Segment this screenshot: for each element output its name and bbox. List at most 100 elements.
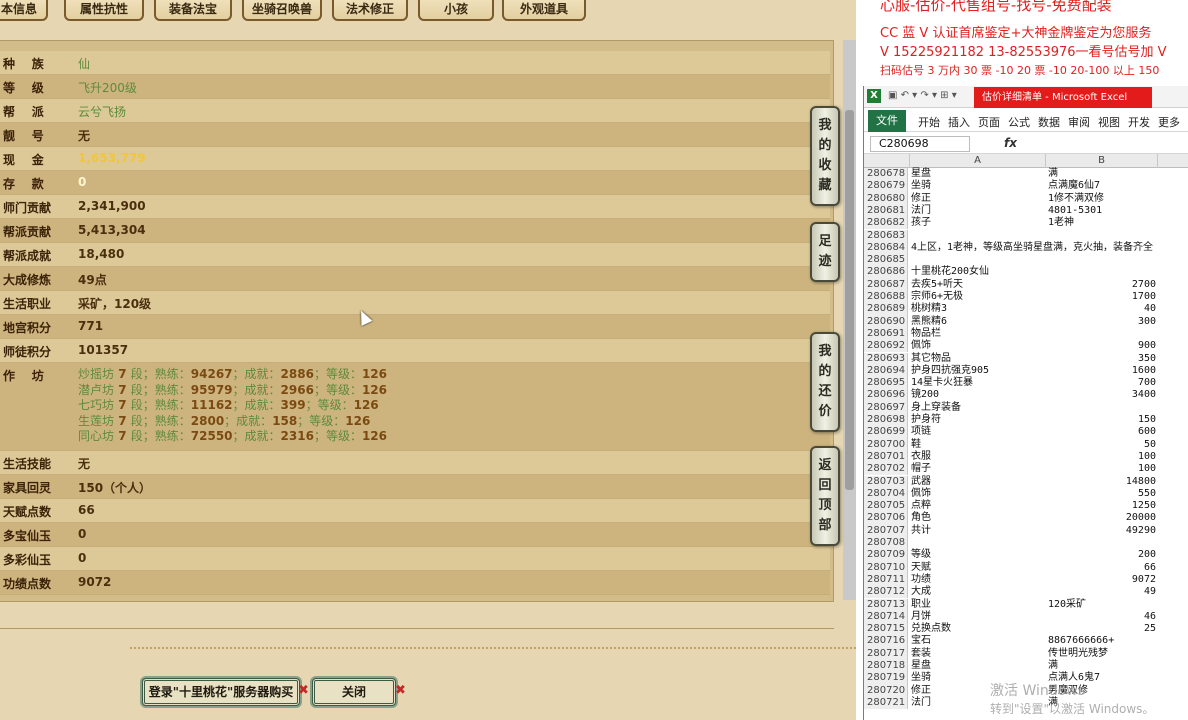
row-number[interactable]: 280719	[864, 672, 908, 685]
cell-a[interactable]: 桃树精3	[911, 303, 1046, 315]
cell-b[interactable]: 49	[1048, 586, 1156, 598]
excel-row[interactable]: 280686 十里桃花200女仙	[864, 266, 1188, 279]
cell-b[interactable]: 1修不满双修	[1048, 193, 1156, 205]
cell-a[interactable]: 佩饰	[911, 340, 1046, 352]
excel-row[interactable]: 280699 项链 600	[864, 426, 1188, 439]
excel-row[interactable]: 280702 帽子 100	[864, 463, 1188, 476]
cell-b[interactable]: 满	[1048, 168, 1156, 180]
quick-access-icons[interactable]: ▣ ↶ ▾ ↷ ▾ ⊞ ▾	[888, 90, 957, 101]
row-number[interactable]: 280686	[864, 266, 908, 279]
cell-b[interactable]: 200	[1048, 549, 1156, 561]
row-number[interactable]: 280687	[864, 278, 908, 291]
cell-a[interactable]: 职业	[911, 599, 1046, 611]
cell-b[interactable]: 满	[1048, 660, 1156, 672]
row-number[interactable]: 280697	[864, 401, 908, 414]
row-number[interactable]: 280694	[864, 364, 908, 378]
cell-b[interactable]: 49290	[1048, 525, 1156, 537]
excel-row[interactable]: 280703 武器 14800	[864, 475, 1188, 488]
excel-row[interactable]: 280709 等级 200	[864, 549, 1188, 562]
cell-b[interactable]: 50	[1048, 439, 1156, 451]
cell-a[interactable]: 身上穿装备	[911, 402, 1046, 414]
cell-b[interactable]: 传世明光残梦	[1048, 648, 1156, 660]
side-button-4[interactable]: 返回顶部	[810, 446, 840, 546]
cell-a[interactable]: 镜200	[911, 389, 1046, 401]
excel-row[interactable]: 280710 天赋 66	[864, 561, 1188, 574]
close-x-icon[interactable]: ✖	[395, 683, 406, 698]
row-number[interactable]: 280703	[864, 475, 908, 488]
row-number[interactable]: 280682	[864, 217, 908, 230]
cell-a[interactable]: 佩饰	[911, 488, 1046, 500]
cell-b[interactable]: 600	[1048, 426, 1156, 438]
row-number[interactable]: 280689	[864, 303, 908, 316]
cell-a[interactable]: 项链	[911, 426, 1046, 438]
excel-row[interactable]: 280717 套装 传世明光残梦	[864, 647, 1188, 660]
cell-a[interactable]: 黑熊精6	[911, 316, 1046, 328]
excel-row[interactable]: 280694 护身四抗强克905 1600	[864, 364, 1188, 378]
cell-b[interactable]: 350	[1048, 353, 1156, 365]
row-number[interactable]: 280712	[864, 586, 908, 599]
row-number[interactable]: 280721	[864, 696, 908, 710]
row-number[interactable]: 280706	[864, 512, 908, 525]
excel-row[interactable]: 280697 身上穿装备	[864, 401, 1188, 414]
row-number[interactable]: 280700	[864, 438, 908, 451]
excel-row[interactable]: 280680 修正 1修不满双修	[864, 192, 1188, 205]
row-number[interactable]: 280707	[864, 524, 908, 537]
cell-b[interactable]: 20000	[1048, 512, 1156, 524]
row-number[interactable]: 280716	[864, 635, 908, 648]
excel-row[interactable]: 280715 兑换点数 25	[864, 623, 1188, 636]
ribbon-tab-9[interactable]: 开发	[1128, 114, 1150, 130]
ribbon-tab-3[interactable]: 插入	[948, 114, 970, 130]
cell-a[interactable]: 套装	[911, 648, 1046, 660]
cell-a[interactable]: 帽子	[911, 463, 1046, 475]
side-button-2[interactable]: 足迹	[810, 222, 840, 282]
login-server-buy-button[interactable]: 登录"十里桃花"服务器购买	[142, 678, 300, 706]
cell-a[interactable]: 护身四抗强克905	[911, 365, 1046, 377]
ribbon-tab-6[interactable]: 数据	[1038, 114, 1060, 130]
cell-a[interactable]: 共计	[911, 525, 1046, 537]
row-number[interactable]: 280691	[864, 327, 908, 341]
row-number[interactable]: 280715	[864, 623, 908, 636]
cell-a[interactable]: 大成	[911, 586, 1046, 598]
tab-2[interactable]: 属性抗性	[64, 0, 144, 21]
excel-row[interactable]: 280682 孩子 1老神	[864, 217, 1188, 230]
cell-b[interactable]: 40	[1048, 303, 1156, 315]
row-number[interactable]: 280693	[864, 352, 908, 365]
row-number[interactable]: 280711	[864, 573, 908, 587]
excel-row[interactable]: 280713 职业 120采矿	[864, 598, 1188, 611]
cell-b[interactable]: 1700	[1048, 291, 1156, 303]
ribbon-tab-10[interactable]: 更多	[1158, 114, 1180, 130]
excel-row[interactable]: 280705 点粹 1250	[864, 500, 1188, 513]
cell-b[interactable]: 9072	[1048, 574, 1156, 586]
row-number[interactable]: 280698	[864, 414, 908, 427]
excel-row[interactable]: 280704 佩饰 550	[864, 487, 1188, 501]
cell-a[interactable]: 兑换点数	[911, 623, 1046, 635]
spreadsheet-grid[interactable]: 280678 星盘满 280679 坐骑 点满魔6仙7 280680 修正 1修不满双修 280…	[864, 168, 1188, 720]
row-number[interactable]: 280709	[864, 549, 908, 562]
cell-b[interactable]: 100	[1048, 451, 1156, 463]
cell-a[interactable]: 等级	[911, 549, 1046, 561]
row-number[interactable]: 280679	[864, 180, 908, 193]
excel-row[interactable]: 280712 大成 49	[864, 586, 1188, 599]
cell-a[interactable]: 护身符	[911, 414, 1046, 426]
column-b-header[interactable]: B	[1046, 154, 1158, 168]
row-number[interactable]: 280702	[864, 463, 908, 476]
excel-row[interactable]: 280698 护身符 150	[864, 414, 1188, 427]
row-number[interactable]: 280720	[864, 684, 908, 697]
ribbon-tab-1[interactable]: 文件	[868, 110, 906, 132]
excel-row[interactable]: 280701 衣服 100	[864, 450, 1188, 464]
tab-1[interactable]: 本信息	[0, 0, 48, 21]
row-number[interactable]: 280713	[864, 598, 908, 611]
ribbon-tab-8[interactable]: 视图	[1098, 114, 1120, 130]
excel-row[interactable]: 280714 月饼 46	[864, 610, 1188, 624]
cell-b[interactable]: 66	[1048, 562, 1156, 574]
excel-row[interactable]: 280687 去疾5+听天 2700	[864, 278, 1188, 291]
cell-a[interactable]: 宗师6+无极	[911, 291, 1046, 303]
cell-b[interactable]: 700	[1048, 377, 1156, 389]
cell-a[interactable]: 4上区，1老神，等级高坐骑星盘满，克火抽，装备齐全	[911, 242, 1153, 254]
excel-row[interactable]: 280684 4上区，1老神，等级高坐骑星盘满，克火抽，装备齐全	[864, 241, 1188, 255]
row-number[interactable]: 280714	[864, 610, 908, 624]
row-number[interactable]: 280684	[864, 241, 908, 255]
excel-row[interactable]: 280696 镜200 3400	[864, 389, 1188, 402]
excel-row[interactable]: 280718 星盘满	[864, 660, 1188, 673]
cell-b[interactable]: 300	[1048, 316, 1156, 328]
